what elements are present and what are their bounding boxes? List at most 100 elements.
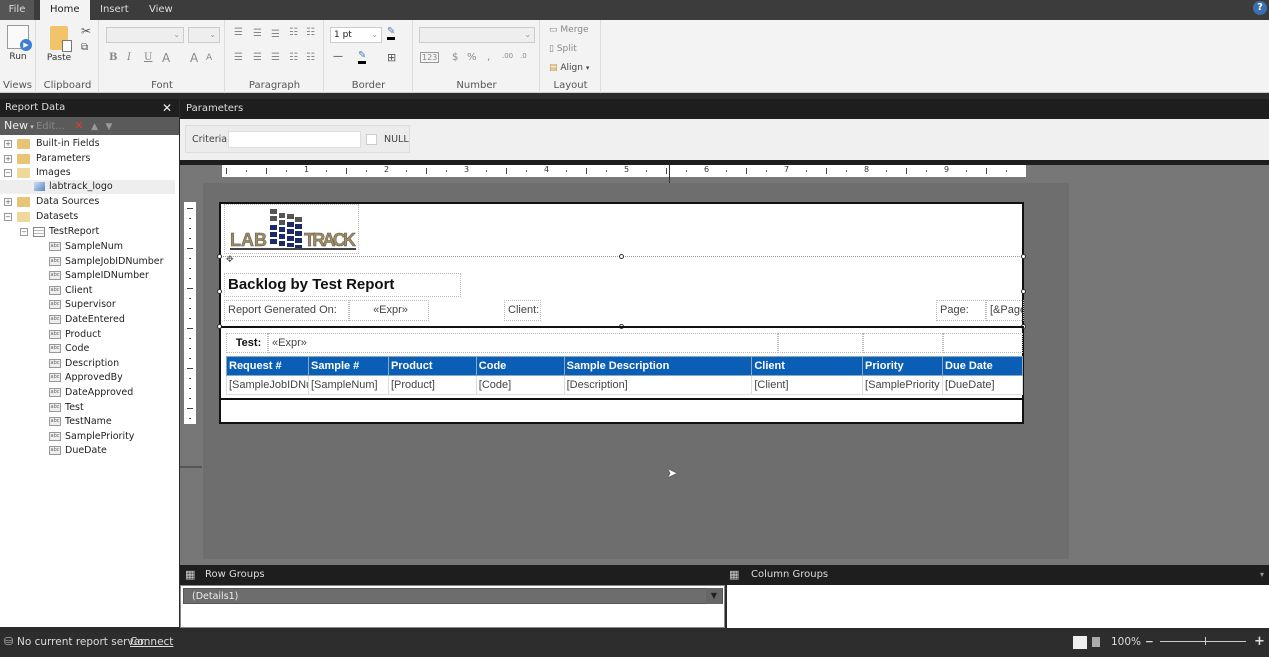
field-item[interactable]: abc DateApproved <box>49 386 133 400</box>
border-width-combo[interactable]: 1 pt ⌄ <box>330 27 382 43</box>
bullets-icon[interactable]: ☷ <box>289 52 298 63</box>
column-header[interactable]: Client <box>751 356 864 376</box>
field-item[interactable]: abc Description <box>49 357 119 371</box>
page-number-expression[interactable]: [&Page <box>986 300 1024 321</box>
placeholder-format-icon[interactable]: 123 <box>420 52 440 63</box>
test-group-label[interactable]: Test: <box>226 333 268 353</box>
percent-icon[interactable]: % <box>467 52 477 63</box>
row-group-details1[interactable]: (Details1) ▼ <box>183 588 723 604</box>
split-button[interactable]: ▯ Split <box>549 44 577 54</box>
zoom-slider[interactable] <box>1160 641 1246 642</box>
field-item[interactable]: abc ApprovedBy <box>49 371 123 385</box>
field-item[interactable]: abc Product <box>49 328 101 342</box>
resize-handle[interactable] <box>1021 289 1026 294</box>
table-cell[interactable]: [Description] <box>563 375 753 395</box>
empty-cell[interactable] <box>943 333 1023 353</box>
new-button[interactable]: New <box>4 119 28 132</box>
table-cell[interactable]: [SamplePriority <box>862 375 944 395</box>
collapse-icon[interactable]: − <box>20 227 28 236</box>
font-size-combo[interactable]: ⌄ <box>188 27 220 43</box>
dropdown-arrow-icon[interactable]: ▼ <box>706 588 722 604</box>
tab-insert[interactable]: Insert <box>90 0 139 20</box>
column-header[interactable]: Request # <box>226 356 309 376</box>
empty-cell[interactable] <box>778 333 863 353</box>
font-color-icon[interactable]: A <box>162 51 170 65</box>
report-tablix[interactable]: Request # Sample # Product Code Sample Descr… <box>226 356 1023 395</box>
tree-item-built-in-fields[interactable]: + Built-in Fields <box>4 137 100 151</box>
field-item[interactable]: abc SamplePriority <box>49 430 134 444</box>
criteria-input[interactable] <box>228 131 361 148</box>
field-item[interactable]: abc Code <box>49 342 89 356</box>
field-item[interactable]: abc Test <box>49 401 84 415</box>
copy-icon[interactable]: ⧉ <box>81 42 88 53</box>
font-name-combo[interactable]: ⌄ <box>106 27 184 43</box>
collapse-icon[interactable]: − <box>4 168 12 177</box>
zoom-in-icon[interactable]: + <box>1254 632 1265 652</box>
decrease-indent-icon[interactable]: ☷ <box>289 27 298 38</box>
number-format-combo[interactable]: ⌄ <box>419 27 535 43</box>
align-middle-icon[interactable]: ☰ <box>253 28 262 39</box>
expand-icon[interactable]: + <box>4 154 12 163</box>
field-item[interactable]: abc Client <box>49 284 93 298</box>
align-center-icon[interactable]: ☰ <box>253 52 262 63</box>
move-down-icon[interactable]: ▼ <box>106 122 113 132</box>
move-up-icon[interactable]: ▲ <box>91 122 98 132</box>
align-button[interactable]: ▤ Align ▾ <box>549 63 589 73</box>
tab-file[interactable]: File <box>0 0 34 20</box>
border-color-icon[interactable]: ✎ <box>387 26 396 40</box>
connect-link[interactable]: Connect <box>130 632 173 652</box>
column-header[interactable]: Sample # <box>307 356 389 376</box>
underline-icon[interactable]: U <box>144 52 152 63</box>
expand-icon[interactable]: + <box>4 139 12 148</box>
cut-icon[interactable]: ✂ <box>81 24 91 38</box>
column-header[interactable]: Priority <box>862 356 944 376</box>
design-view-icon[interactable] <box>1073 636 1087 649</box>
tab-view[interactable]: View <box>139 0 183 20</box>
tree-item-data-sources[interactable]: + Data Sources <box>4 195 99 209</box>
align-top-icon[interactable]: ☰ <box>234 27 243 38</box>
field-item[interactable]: abc DateEntered <box>49 313 125 327</box>
zoom-out-icon[interactable]: − <box>1145 632 1154 652</box>
table-cell[interactable]: [SampleNum] <box>307 375 389 395</box>
table-cell[interactable]: [Code] <box>475 375 565 395</box>
null-checkbox[interactable] <box>366 134 377 145</box>
report-title-textbox[interactable]: Backlog by Test Report <box>224 273 461 297</box>
align-left-icon[interactable]: ☰ <box>234 52 243 63</box>
currency-icon[interactable]: $ <box>452 52 458 63</box>
resize-handle[interactable] <box>217 254 222 259</box>
line-color-icon[interactable]: ✎ <box>358 50 367 64</box>
generated-on-expression[interactable]: «Expr» <box>349 300 429 321</box>
delete-icon[interactable]: ✕ <box>74 119 83 132</box>
paste-button[interactable]: Paste <box>43 26 75 63</box>
column-header[interactable]: Due Date <box>942 356 1023 376</box>
table-cell[interactable]: [Client] <box>751 375 864 395</box>
generated-on-label[interactable]: Report Generated On: <box>224 300 349 321</box>
page-label[interactable]: Page: <box>936 300 986 321</box>
field-item[interactable]: abc SampleNum <box>49 240 123 254</box>
grow-font-icon[interactable]: A <box>190 51 198 65</box>
tree-item-parameters[interactable]: + Parameters <box>4 152 90 166</box>
collapse-icon[interactable]: − <box>4 212 12 221</box>
column-header[interactable]: Sample Description <box>563 356 753 376</box>
table-cell[interactable]: [SampleJobIDNu <box>226 375 309 395</box>
test-group-expression[interactable]: «Expr» <box>268 333 778 353</box>
field-item[interactable]: abc TestName <box>49 415 112 429</box>
bold-icon[interactable]: B <box>109 52 117 63</box>
tab-home[interactable]: Home <box>40 0 90 20</box>
zoom-slider-thumb[interactable] <box>1205 637 1206 645</box>
expand-icon[interactable]: + <box>4 197 12 206</box>
resize-handle[interactable] <box>1021 254 1026 259</box>
border-style-icon[interactable]: — <box>333 51 343 62</box>
shrink-font-icon[interactable]: A <box>206 53 212 63</box>
align-right-icon[interactable]: ☰ <box>271 52 280 63</box>
table-cell[interactable]: [Product] <box>387 375 477 395</box>
empty-cell[interactable] <box>863 333 943 353</box>
column-header[interactable]: Code <box>475 356 565 376</box>
field-item[interactable]: abc SampleJobIDNumber <box>49 255 164 269</box>
move-handle-icon[interactable]: ✥ <box>226 255 234 265</box>
borders-icon[interactable]: ⊞ <box>387 51 396 64</box>
decrease-decimal-icon[interactable]: .0 <box>520 52 527 60</box>
labtrack-logo-image[interactable]: LAB TRACK <box>224 204 359 254</box>
close-icon[interactable]: ✕ <box>162 99 172 117</box>
table-cell[interactable]: [DueDate] <box>942 375 1023 395</box>
